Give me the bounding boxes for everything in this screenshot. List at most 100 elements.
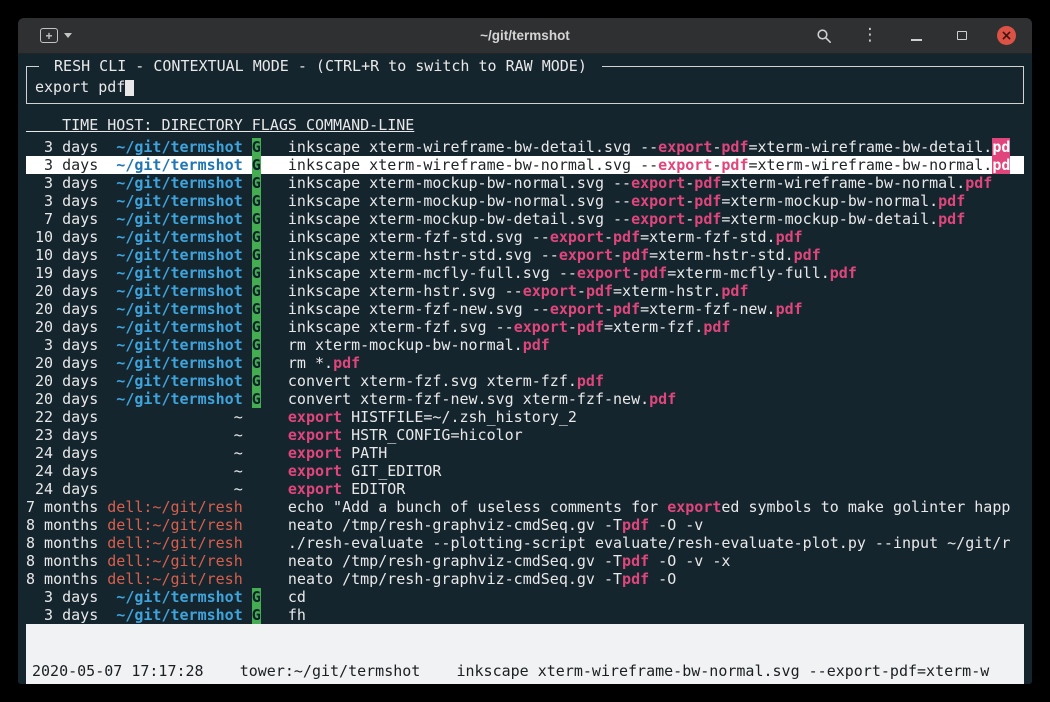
history-row[interactable]: 20 days ~/git/termshot G inkscape xterm-…: [26, 318, 1024, 336]
terminal-content: RESH CLI - CONTEXTUAL MODE - (CTRL+R to …: [18, 54, 1032, 684]
history-row[interactable]: 3 days ~/git/termshot G cd: [26, 588, 1024, 606]
history-list: 3 days ~/git/termshot G inkscape xterm-w…: [26, 138, 1024, 624]
row-time: 22 days: [26, 408, 98, 426]
history-row[interactable]: 3 days ~/git/termshot G inkscape xterm-m…: [26, 192, 1024, 210]
row-command: inkscape xterm-mcfly-full.svg --export-p…: [288, 264, 857, 282]
history-row[interactable]: 10 days ~/git/termshot G inkscape xterm-…: [26, 228, 1024, 246]
row-host-directory: ~/git/termshot: [98, 588, 243, 606]
history-row[interactable]: 20 days ~/git/termshot G rm *.pdf: [26, 354, 1024, 372]
row-time: 20 days: [26, 300, 98, 318]
history-row[interactable]: 20 days ~/git/termshot G inkscape xterm-…: [26, 282, 1024, 300]
history-row[interactable]: 3 days ~/git/termshot G inkscape xterm-w…: [26, 138, 1024, 156]
row-time: 3 days: [26, 336, 98, 354]
git-flag-badge: G: [252, 228, 261, 246]
git-flag-badge: G: [252, 264, 261, 282]
history-row[interactable]: 23 days ~ export HSTR_CONFIG=hicolor: [26, 426, 1024, 444]
row-host-directory: ~/git/termshot: [98, 282, 243, 300]
row-command: echo "Add a bunch of useless comments fo…: [288, 498, 1010, 516]
row-time: 24 days: [26, 480, 98, 498]
history-row-selected[interactable]: 3 days ~/git/termshot G inkscape xterm-w…: [26, 156, 1024, 174]
close-icon: ×: [1001, 29, 1013, 43]
row-command: inkscape xterm-fzf-std.svg --export-pdf=…: [288, 228, 803, 246]
row-command: export HISTFILE=~/.zsh_history_2: [288, 408, 577, 426]
history-row[interactable]: 24 days ~ export PATH: [26, 444, 1024, 462]
row-time: 7 months: [26, 498, 98, 516]
history-row[interactable]: 8 months dell:~/git/resh neato /tmp/resh…: [26, 516, 1024, 534]
terminal-window: + ~/git/termshot ⋮ ×: [18, 18, 1032, 684]
row-host-directory: ~/git/termshot: [98, 264, 243, 282]
search-box-title: RESH CLI - CONTEXTUAL MODE - (CTRL+R to …: [39, 57, 602, 75]
row-host-directory: ~/git/termshot: [98, 246, 243, 264]
row-command: inkscape xterm-fzf.svg --export-pdf=xter…: [288, 318, 731, 336]
git-flag-badge: G: [252, 282, 261, 300]
history-row[interactable]: 8 months dell:~/git/resh ./resh-evaluate…: [26, 534, 1024, 552]
search-input[interactable]: export pdf: [35, 78, 1015, 96]
row-time: 8 months: [26, 534, 98, 552]
row-host-directory: ~/git/termshot: [98, 192, 243, 210]
search-button[interactable]: [813, 25, 835, 47]
history-row[interactable]: 24 days ~ export GIT_EDITOR: [26, 462, 1024, 480]
row-time: 8 months: [26, 516, 98, 534]
row-time: 10 days: [26, 246, 98, 264]
row-command: export EDITOR: [288, 480, 405, 498]
history-header-text: TIME HOST: DIRECTORY FLAGS COMMAND-LINE: [26, 116, 414, 134]
row-host-directory: dell:~/git/resh: [98, 552, 243, 570]
history-row[interactable]: 8 months dell:~/git/resh neato /tmp/resh…: [26, 552, 1024, 570]
row-time: 7 days: [26, 210, 98, 228]
row-command: inkscape xterm-fzf-new.svg --export-pdf=…: [288, 300, 803, 318]
row-time: 3 days: [26, 588, 98, 606]
row-time: 23 days: [26, 426, 98, 444]
row-host-directory: ~/git/termshot: [98, 390, 243, 408]
history-row[interactable]: 22 days ~ export HISTFILE=~/.zsh_history…: [26, 408, 1024, 426]
new-tab-button[interactable]: +: [40, 28, 72, 43]
row-command: inkscape xterm-mockup-bw-normal.svg --ex…: [288, 192, 965, 210]
row-command: neato /tmp/resh-graphviz-cmdSeq.gv -Tpdf…: [288, 570, 676, 588]
history-row[interactable]: 10 days ~/git/termshot G inkscape xterm-…: [26, 246, 1024, 264]
row-host-directory: ~/git/termshot: [98, 372, 243, 390]
row-command: export GIT_EDITOR: [288, 462, 442, 480]
history-row[interactable]: 19 days ~/git/termshot G inkscape xterm-…: [26, 264, 1024, 282]
row-host-directory: ~: [98, 480, 243, 498]
row-command: convert xterm-fzf.svg xterm-fzf.pdf: [288, 372, 604, 390]
history-row[interactable]: 20 days ~/git/termshot G inkscape xterm-…: [26, 300, 1024, 318]
row-time: 24 days: [26, 462, 98, 480]
row-command: export HSTR_CONFIG=hicolor: [288, 426, 523, 444]
history-row[interactable]: 20 days ~/git/termshot G convert xterm-f…: [26, 390, 1024, 408]
row-command: export PATH: [288, 444, 387, 462]
minimize-icon: [911, 39, 922, 41]
new-tab-icon: +: [40, 28, 58, 43]
git-flag-badge: G: [252, 246, 261, 264]
row-host-directory: ~/git/termshot: [98, 318, 243, 336]
history-row[interactable]: 24 days ~ export EDITOR: [26, 480, 1024, 498]
history-row[interactable]: 7 days ~/git/termshot G inkscape xterm-m…: [26, 210, 1024, 228]
history-row[interactable]: 3 days ~/git/termshot G rm xterm-mockup-…: [26, 336, 1024, 354]
history-row[interactable]: 7 months dell:~/git/resh echo "Add a bun…: [26, 498, 1024, 516]
row-command: inkscape xterm-wireframe-bw-detail.svg -…: [288, 138, 1010, 156]
chevron-down-icon: [64, 33, 72, 38]
git-flag-badge: G: [252, 354, 261, 372]
row-host-directory: ~/git/termshot: [98, 138, 243, 156]
row-time: 10 days: [26, 228, 98, 246]
minimize-button[interactable]: [905, 25, 927, 47]
git-flag-badge: G: [252, 156, 261, 174]
row-host-directory: ~: [98, 426, 243, 444]
row-time: 20 days: [26, 390, 98, 408]
history-row[interactable]: 8 months dell:~/git/resh neato /tmp/resh…: [26, 570, 1024, 588]
row-time: 3 days: [26, 156, 98, 174]
menu-button[interactable]: ⋮: [859, 25, 881, 47]
row-command: rm *.pdf: [288, 354, 360, 372]
row-command: inkscape xterm-mockup-bw-detail.svg --ex…: [288, 210, 965, 228]
git-flag-badge: G: [252, 372, 261, 390]
history-row[interactable]: 3 days ~/git/termshot G fh: [26, 606, 1024, 624]
close-button[interactable]: ×: [997, 26, 1016, 45]
git-flag-badge: G: [252, 192, 261, 210]
row-command: inkscape xterm-hstr.svg --export-pdf=xte…: [288, 282, 749, 300]
restore-button[interactable]: [951, 25, 973, 47]
detail-panel: 2020-05-07 17:17:28 tower:~/git/termshot…: [26, 624, 1024, 684]
history-row[interactable]: 20 days ~/git/termshot G convert xterm-f…: [26, 372, 1024, 390]
resh-search-box: RESH CLI - CONTEXTUAL MODE - (CTRL+R to …: [26, 66, 1024, 104]
row-time: 20 days: [26, 372, 98, 390]
history-row[interactable]: 3 days ~/git/termshot G inkscape xterm-m…: [26, 174, 1024, 192]
git-flag-badge: G: [252, 300, 261, 318]
git-flag-badge: G: [252, 138, 261, 156]
